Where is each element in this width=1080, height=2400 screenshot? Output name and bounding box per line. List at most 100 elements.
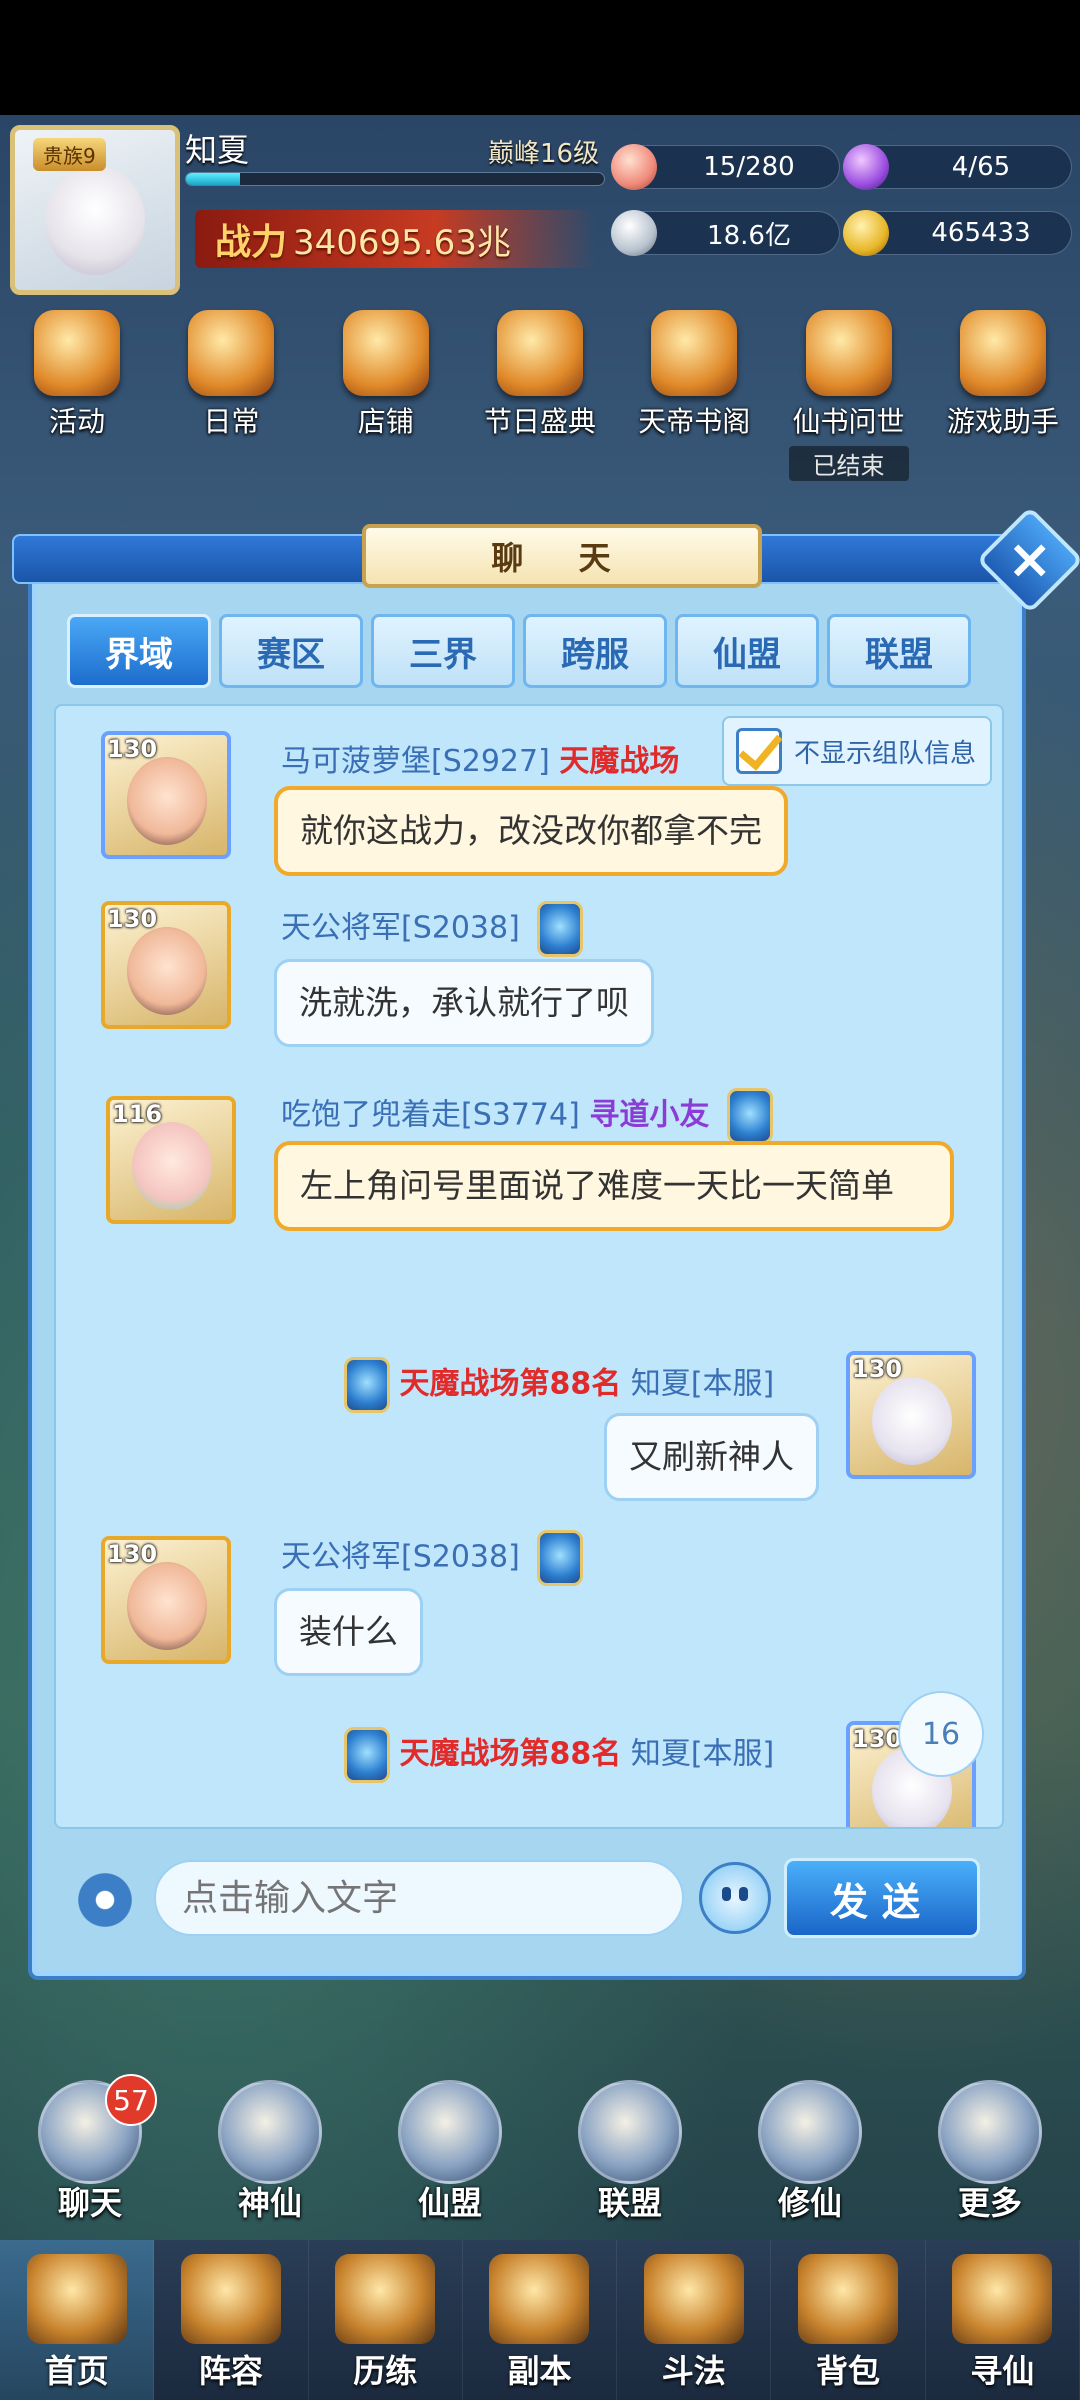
- checkbox-icon: [735, 728, 782, 774]
- feature-daily[interactable]: 日常: [156, 310, 306, 460]
- menu-label: 神仙: [237, 2184, 302, 2222]
- battle-icon: [643, 2254, 744, 2344]
- player-avatar[interactable]: 贵族9: [10, 125, 180, 295]
- chat-panel: 聊 天 × 界域 赛区 三界 跨服 仙盟 联盟 不显示组队信息 130 马可菠萝…: [12, 506, 1080, 1980]
- feature-row: 活动 日常 店铺 节日盛典 天帝书阁 仙书问世已结束 游戏助手: [0, 310, 1080, 481]
- exp-bar: [185, 172, 605, 186]
- resource-silver[interactable]: 18.6亿: [611, 210, 840, 256]
- chat-message-self: 天魔战场第88名 知夏[本服] 130 又刷新神人: [56, 1341, 1002, 1501]
- chat-message-list[interactable]: 不显示组队信息 130 马可菠萝堡[S2927] 天魔战场 就你这战力，改没改你…: [54, 704, 1004, 1829]
- noble-badge: 贵族9: [33, 138, 106, 171]
- sender-name[interactable]: 吃饱了兜着走[S3774]: [281, 1098, 580, 1133]
- menu-alliance[interactable]: 联盟: [555, 2080, 705, 2230]
- message-bubble[interactable]: 就你这战力，改没改你都拿不完: [274, 786, 788, 876]
- menu-cultivate[interactable]: 修仙: [735, 2080, 885, 2230]
- festival-gift-icon: [496, 310, 583, 396]
- sender-name[interactable]: 知夏[本服]: [631, 1367, 774, 1402]
- avatar[interactable]: 130: [846, 1351, 976, 1479]
- feature-game-assistant[interactable]: 游戏助手: [928, 310, 1078, 460]
- tab-kuafu[interactable]: 跨服: [523, 614, 667, 688]
- feature-label: 店铺: [357, 405, 414, 438]
- menu-label: 聊天: [57, 2184, 122, 2222]
- feature-immortal-book[interactable]: 仙书问世 已结束: [774, 310, 924, 481]
- feature-festival[interactable]: 节日盛典: [465, 310, 615, 460]
- chat-unread-badge: 57: [105, 2074, 157, 2126]
- resource-gold[interactable]: 465433: [843, 210, 1072, 256]
- chat-input-row: 发送: [54, 1844, 1004, 1954]
- sender-title: 天魔战场第88名: [399, 1366, 622, 1402]
- nav-label: 背包: [816, 2352, 881, 2390]
- nav-label: 历练: [353, 2352, 418, 2390]
- nav-training[interactable]: 历练: [309, 2240, 463, 2400]
- nav-seek-immortal[interactable]: 寻仙: [926, 2240, 1080, 2400]
- avatar-level: 130: [107, 905, 158, 933]
- nav-home[interactable]: 首页: [0, 2240, 155, 2400]
- menu-row: 57 聊天 神仙 仙盟 联盟 修仙 更多: [0, 2074, 1080, 2230]
- sender-line: 马可菠萝堡[S2927] 天魔战场: [281, 736, 679, 780]
- tab-sanjie[interactable]: 三界: [371, 614, 515, 688]
- message-bubble[interactable]: 左上角问号里面说了难度一天比一天简单: [274, 1141, 954, 1231]
- sender-line: 天魔战场第88名 知夏[本服]: [336, 1727, 774, 1783]
- feature-activity[interactable]: 活动: [2, 310, 152, 460]
- avatar[interactable]: 130: [101, 901, 231, 1029]
- menu-immortal[interactable]: 神仙: [195, 2080, 345, 2230]
- message-bubble[interactable]: 洗就洗，承认就行了呗: [274, 959, 654, 1047]
- power-value: 340695.63兆: [293, 222, 511, 263]
- avatar-level: 130: [852, 1725, 903, 1753]
- sender-title: 天魔战场第88名: [399, 1736, 622, 1772]
- feature-label: 仙书问世: [792, 405, 905, 438]
- sender-name[interactable]: 天公将军[S2038]: [281, 911, 520, 946]
- resource-gold-value: 465433: [931, 218, 1031, 248]
- avatar-level: 130: [107, 735, 158, 763]
- nav-backpack[interactable]: 背包: [771, 2240, 926, 2400]
- send-button[interactable]: 发送: [784, 1858, 980, 1938]
- taiji-badge-icon: [344, 1727, 390, 1783]
- resource-peach[interactable]: 15/280: [611, 144, 840, 190]
- sender-name[interactable]: 马可菠萝堡[S2927]: [281, 744, 550, 779]
- feature-label: 游戏助手: [946, 405, 1059, 438]
- chat-input[interactable]: [154, 1860, 684, 1936]
- sender-name[interactable]: 天公将军[S2038]: [281, 1540, 520, 1575]
- hide-team-toggle[interactable]: 不显示组队信息: [721, 716, 992, 786]
- daily-icon: [188, 310, 275, 396]
- avatar[interactable]: 130: [101, 731, 231, 859]
- top-hud: 贵族9 知夏 巅峰16级 战力 340695.63兆 15/280 4/65 1…: [0, 115, 1080, 305]
- feature-shop[interactable]: 店铺: [311, 310, 461, 460]
- tab-jieyu[interactable]: 界域: [67, 614, 211, 688]
- sender-name[interactable]: 知夏[本服]: [631, 1737, 774, 1772]
- shop-icon: [342, 310, 429, 396]
- nav-label: 斗法: [661, 2352, 726, 2390]
- message-bubble[interactable]: 又刷新神人: [604, 1413, 819, 1501]
- bottom-nav: 首页 阵容 历练 副本 斗法 背包 寻仙: [0, 2240, 1080, 2400]
- tab-saiqu[interactable]: 赛区: [219, 614, 363, 688]
- chat-message: 130 天公将军[S2038] 装什么: [56, 1516, 1002, 1676]
- avatar[interactable]: 130: [101, 1536, 231, 1664]
- menu-guild[interactable]: 仙盟: [375, 2080, 525, 2230]
- unread-count-button[interactable]: 16: [898, 1691, 984, 1777]
- nav-dungeon[interactable]: 副本: [463, 2240, 618, 2400]
- tab-lianmeng[interactable]: 联盟: [827, 614, 971, 688]
- tab-xianmeng[interactable]: 仙盟: [675, 614, 819, 688]
- message-bubble[interactable]: 装什么: [274, 1588, 423, 1676]
- taiji-badge-icon: [537, 1530, 584, 1586]
- feature-label: 活动: [49, 405, 106, 438]
- avatar-face: [127, 757, 207, 845]
- resource-flame[interactable]: 4/65: [843, 144, 1072, 190]
- backpack-icon: [798, 2254, 899, 2344]
- feature-book-pavilion[interactable]: 天帝书阁: [619, 310, 769, 460]
- activity-icon: [34, 310, 121, 396]
- menu-more[interactable]: 更多: [915, 2080, 1065, 2230]
- sender-line: 天公将军[S2038]: [281, 901, 584, 957]
- nav-label: 副本: [507, 2352, 572, 2390]
- menu-chat[interactable]: 57 聊天: [15, 2074, 165, 2230]
- nav-battle[interactable]: 斗法: [617, 2240, 772, 2400]
- player-name: 知夏: [185, 131, 250, 169]
- nav-lineup[interactable]: 阵容: [154, 2240, 309, 2400]
- emoji-icon[interactable]: [699, 1862, 771, 1934]
- avatar[interactable]: 116: [106, 1096, 236, 1224]
- feature-ended-label: 已结束: [788, 446, 909, 481]
- nav-label: 阵容: [198, 2352, 263, 2390]
- power-label: 战力: [215, 222, 288, 263]
- gear-icon[interactable]: [74, 1869, 136, 1931]
- power-bar: 战力 340695.63兆: [195, 210, 595, 268]
